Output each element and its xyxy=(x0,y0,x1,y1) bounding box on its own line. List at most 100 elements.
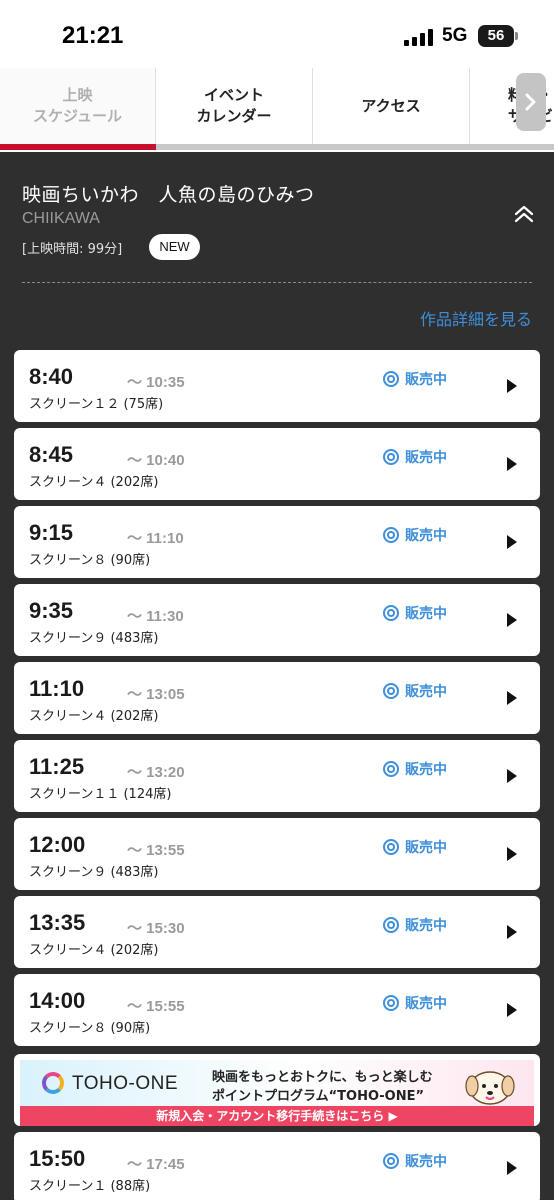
divider xyxy=(22,282,532,283)
showtime-card[interactable]: 9:15 〜 11:10 スクリーン８ (90席) 販売中 xyxy=(14,506,540,578)
play-arrow-icon[interactable] xyxy=(507,1003,517,1017)
play-arrow-icon[interactable] xyxy=(507,457,517,471)
showtime-start: 8:45 xyxy=(29,442,74,467)
showtime-screen: スクリーン１２ (75席) xyxy=(29,397,164,412)
sales-status-label: 販売中 xyxy=(405,918,447,934)
tab-access[interactable]: アクセス xyxy=(313,68,470,144)
sales-status: 販売中 xyxy=(383,447,447,467)
toho-one-logo xyxy=(42,1072,64,1094)
double-circle-icon xyxy=(383,761,399,777)
play-arrow-icon[interactable] xyxy=(507,1161,517,1175)
double-circle-icon xyxy=(383,605,399,621)
showtime-end: 〜 15:55 xyxy=(127,998,185,1015)
banner-text-line2: ポイントプログラム“TOHO-ONE” xyxy=(212,1089,424,1104)
movie-runtime: [上映時間: 99分] xyxy=(22,242,123,257)
double-circle-icon xyxy=(383,995,399,1011)
sales-status-label: 販売中 xyxy=(405,762,447,778)
showtime-screen: スクリーン１ (88席) xyxy=(29,1179,151,1194)
sales-status-label: 販売中 xyxy=(405,684,447,700)
showtime-start: 11:25 xyxy=(29,754,85,779)
play-arrow-icon[interactable] xyxy=(507,769,517,783)
showtime-card[interactable]: 8:40 〜 10:35 スクリーン１２ (75席) 販売中 xyxy=(14,350,540,422)
banner-top: TOHO-ONE 映画をもっとおトクに、もっと楽しむ ポイントプログラム“TOH… xyxy=(20,1060,534,1106)
banner-cta[interactable]: 新規入会・アカウント移行手続きはこちら ▶ xyxy=(20,1106,534,1126)
showtime-start: 9:35 xyxy=(29,598,74,623)
showtime-start: 12:00 xyxy=(29,832,86,857)
showtime-screen: スクリーン４ (202席) xyxy=(29,475,159,490)
showtime-screen: スクリーン８ (90席) xyxy=(29,1021,151,1036)
play-arrow-icon[interactable] xyxy=(507,379,517,393)
tab-bar: 上映 スケジュール イベント カレンダー アクセス 料金・ サービ xyxy=(0,68,554,152)
showtime-end: 〜 17:45 xyxy=(127,1156,185,1173)
showtime-end: 〜 13:55 xyxy=(127,842,185,859)
sales-status-label: 販売中 xyxy=(405,996,447,1012)
sales-status-label: 販売中 xyxy=(405,528,447,544)
showtime-start: 13:35 xyxy=(29,910,86,935)
collapse-button[interactable] xyxy=(512,204,536,224)
showtime-end: 〜 10:40 xyxy=(127,452,185,469)
tab-schedule[interactable]: 上映 スケジュール xyxy=(0,68,156,144)
tab-scroll-next-button[interactable] xyxy=(516,73,546,131)
showtime-card[interactable]: 15:50 〜 17:45 スクリーン１ (88席) 販売中 xyxy=(14,1132,540,1200)
toho-one-banner[interactable]: TOHO-ONE 映画をもっとおトクに、もっと楽しむ ポイントプログラム“TOH… xyxy=(14,1054,540,1126)
movie-detail-link[interactable]: 作品詳細を見る xyxy=(420,306,532,330)
showtime-end: 〜 13:05 xyxy=(127,686,185,703)
showtime-screen: スクリーン１１ (124席) xyxy=(29,787,172,802)
showtime-screen: スクリーン９ (483席) xyxy=(29,631,159,646)
double-circle-icon xyxy=(383,449,399,465)
play-arrow-icon[interactable] xyxy=(507,925,517,939)
showtime-card[interactable]: 8:45 〜 10:40 スクリーン４ (202席) 販売中 xyxy=(14,428,540,500)
showtime-card[interactable]: 12:00 〜 13:55 スクリーン９ (483席) 販売中 xyxy=(14,818,540,890)
showtime-card[interactable]: 11:25 〜 13:20 スクリーン１１ (124席) 販売中 xyxy=(14,740,540,812)
showtime-end: 〜 15:30 xyxy=(127,920,185,937)
showtime-end: 〜 13:20 xyxy=(127,764,185,781)
tab-active-indicator xyxy=(0,144,156,150)
movie-english-title: CHIIKAWA xyxy=(22,210,100,227)
battery-icon: 56 xyxy=(478,25,518,47)
double-circle-icon xyxy=(383,371,399,387)
showtime-card[interactable]: 11:10 〜 13:05 スクリーン４ (202席) 販売中 xyxy=(14,662,540,734)
play-arrow-icon[interactable] xyxy=(507,691,517,705)
showtime-screen: スクリーン４ (202席) xyxy=(29,943,159,958)
signal-icon xyxy=(404,28,436,46)
sales-status: 販売中 xyxy=(383,915,447,935)
double-chevron-up-icon xyxy=(514,205,534,223)
tab-event-calendar[interactable]: イベント カレンダー xyxy=(156,68,313,144)
showtime-end: 〜 10:35 xyxy=(127,374,185,391)
showtime-start: 15:50 xyxy=(29,1146,86,1171)
sales-status: 販売中 xyxy=(383,369,447,389)
showtime-card[interactable]: 13:35 〜 15:30 スクリーン４ (202席) 販売中 xyxy=(14,896,540,968)
showtime-screen: スクリーン９ (483席) xyxy=(29,865,159,880)
showtime-start: 9:15 xyxy=(29,520,74,545)
chevron-right-icon xyxy=(525,93,536,111)
network-type: 5G xyxy=(442,25,468,46)
showtime-screen: スクリーン４ (202席) xyxy=(29,709,159,724)
play-arrow-icon[interactable] xyxy=(507,613,517,627)
showtime-start: 11:10 xyxy=(29,676,85,701)
mascot-icon xyxy=(465,1071,515,1105)
play-arrow-icon[interactable] xyxy=(507,535,517,549)
double-circle-icon xyxy=(383,839,399,855)
showtime-start: 14:00 xyxy=(29,988,86,1013)
sales-status: 販売中 xyxy=(383,759,447,779)
status-bar: 21:21 5G 56 xyxy=(0,0,554,68)
sales-status: 販売中 xyxy=(383,1151,447,1171)
sales-status: 販売中 xyxy=(383,525,447,545)
showtime-end: 〜 11:10 xyxy=(127,530,184,547)
sales-status: 販売中 xyxy=(383,603,447,623)
showtime-card[interactable]: 9:35 〜 11:30 スクリーン９ (483席) 販売中 xyxy=(14,584,540,656)
sales-status-label: 販売中 xyxy=(405,840,447,856)
play-arrow-icon[interactable] xyxy=(507,847,517,861)
sales-status: 販売中 xyxy=(383,681,447,701)
showtime-screen: スクリーン８ (90席) xyxy=(29,553,151,568)
status-time: 21:21 xyxy=(62,22,124,49)
sales-status-label: 販売中 xyxy=(405,450,447,466)
sales-status-label: 販売中 xyxy=(405,372,447,388)
banner-text-line1: 映画をもっとおトクに、もっと楽しむ xyxy=(212,1070,433,1085)
sales-status: 販売中 xyxy=(383,837,447,857)
sales-status: 販売中 xyxy=(383,993,447,1013)
banner-brand: TOHO-ONE xyxy=(72,1073,179,1094)
movie-title: 映画ちいかわ 人魚の島のひみつ xyxy=(22,184,315,206)
showtime-card[interactable]: 14:00 〜 15:55 スクリーン８ (90席) 販売中 xyxy=(14,974,540,1046)
sales-status-label: 販売中 xyxy=(405,606,447,622)
